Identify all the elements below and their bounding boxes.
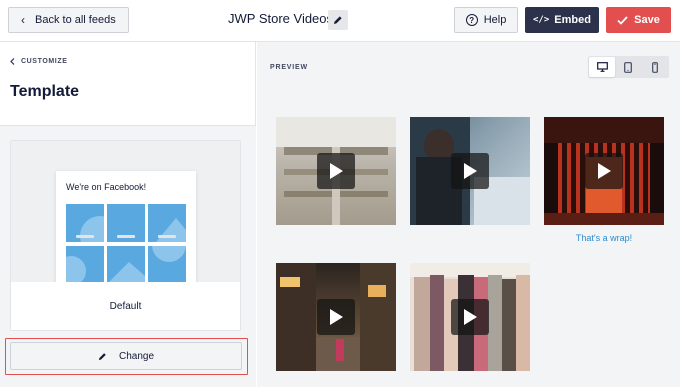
help-button[interactable]: ? Help xyxy=(454,7,518,33)
embed-button[interactable]: </> Embed xyxy=(525,7,599,33)
mock-tile xyxy=(107,246,145,282)
chevron-left-icon: ‹ xyxy=(21,13,25,27)
video-thumbnail-storefront[interactable] xyxy=(544,117,664,225)
customize-sidebar: CUSTOMIZE Template We're on Facebook! De… xyxy=(0,42,256,387)
tablet-view-button[interactable] xyxy=(615,57,641,77)
save-button-label: Save xyxy=(634,14,660,26)
save-button[interactable]: Save xyxy=(606,7,671,33)
section-heading: Template xyxy=(10,83,80,100)
play-button[interactable] xyxy=(585,153,623,189)
help-icon: ? xyxy=(465,14,478,26)
template-card[interactable]: We're on Facebook! Default xyxy=(10,140,241,331)
play-button[interactable] xyxy=(451,153,489,189)
desktop-view-button[interactable] xyxy=(589,57,616,77)
video-thumbnail-workshop[interactable] xyxy=(410,117,530,225)
video-thumbnail-mall[interactable] xyxy=(276,117,396,225)
mock-tile xyxy=(148,204,186,242)
chevron-left-icon xyxy=(10,58,15,65)
play-icon xyxy=(330,309,343,325)
customize-back-link[interactable]: CUSTOMIZE xyxy=(10,58,68,65)
template-name: Default xyxy=(11,282,240,330)
change-button-label: Change xyxy=(118,350,155,362)
back-to-feeds-button[interactable]: ‹ Back to all feeds xyxy=(8,7,129,33)
play-button[interactable] xyxy=(317,299,355,335)
video-caption[interactable]: That's a wrap! xyxy=(544,233,664,243)
template-thumbnail: We're on Facebook! xyxy=(11,141,240,282)
mock-feed-title: We're on Facebook! xyxy=(66,182,147,192)
mock-tile xyxy=(66,204,104,242)
embed-button-label: Embed xyxy=(554,14,591,26)
mobile-view-button[interactable] xyxy=(642,57,668,77)
back-button-label: Back to all feeds xyxy=(35,14,116,26)
play-icon xyxy=(330,163,343,179)
play-button[interactable] xyxy=(317,153,355,189)
play-button[interactable] xyxy=(451,299,489,335)
desktop-icon xyxy=(596,62,608,72)
check-icon xyxy=(617,15,628,25)
play-icon xyxy=(464,163,477,179)
preview-label: PREVIEW xyxy=(270,64,308,71)
pencil-icon xyxy=(334,16,342,24)
change-template-button[interactable]: Change xyxy=(10,342,242,370)
pencil-icon xyxy=(98,352,106,360)
play-icon xyxy=(598,163,611,179)
mobile-icon xyxy=(651,61,658,73)
mock-feed-preview: We're on Facebook! xyxy=(56,171,196,282)
edit-title-button[interactable] xyxy=(328,10,348,30)
device-switcher xyxy=(588,56,669,78)
mock-tile xyxy=(66,246,104,282)
video-thumbnail-clothing[interactable] xyxy=(410,263,530,371)
mock-tile xyxy=(148,246,186,282)
video-thumbnail-street[interactable] xyxy=(276,263,396,371)
tablet-icon xyxy=(624,61,633,73)
feed-title: JWP Store Videos xyxy=(228,11,334,26)
play-icon xyxy=(464,309,477,325)
help-button-label: Help xyxy=(483,14,507,26)
mock-tile xyxy=(107,204,145,242)
customize-label: CUSTOMIZE xyxy=(21,58,68,65)
top-bar: ‹ Back to all feeds JWP Store Videos ? H… xyxy=(0,0,680,42)
code-icon: </> xyxy=(533,15,550,25)
